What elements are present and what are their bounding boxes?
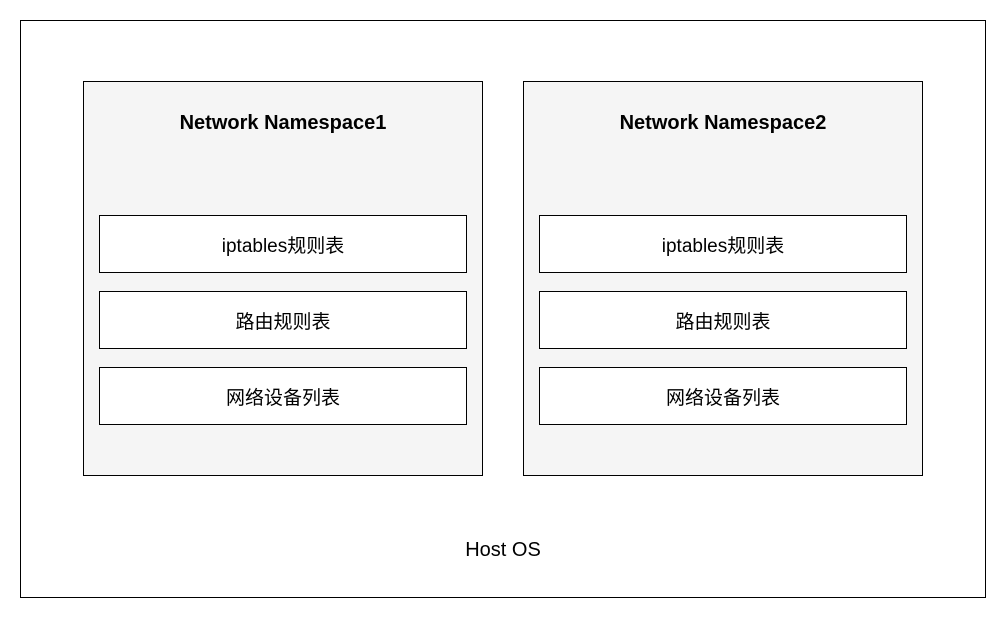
namespace2-item-iptables: iptables规则表 [539, 215, 907, 273]
namespace2-item-routing: 路由规则表 [539, 291, 907, 349]
namespace1-item-routing: 路由规则表 [99, 291, 467, 349]
namespace-title-2: Network Namespace2 [539, 112, 907, 135]
namespace2-item-devices: 网络设备列表 [539, 367, 907, 425]
host-os-container: Network Namespace1 iptables规则表 路由规则表 网络设… [20, 20, 986, 598]
namespace-box-1: Network Namespace1 iptables规则表 路由规则表 网络设… [83, 81, 483, 476]
namespace1-item-iptables: iptables规则表 [99, 215, 467, 273]
namespace1-item-devices: 网络设备列表 [99, 367, 467, 425]
namespaces-row: Network Namespace1 iptables规则表 路由规则表 网络设… [21, 21, 985, 476]
namespace-box-2: Network Namespace2 iptables规则表 路由规则表 网络设… [523, 81, 923, 476]
host-os-label: Host OS [21, 539, 985, 562]
namespace-title-1: Network Namespace1 [99, 112, 467, 135]
